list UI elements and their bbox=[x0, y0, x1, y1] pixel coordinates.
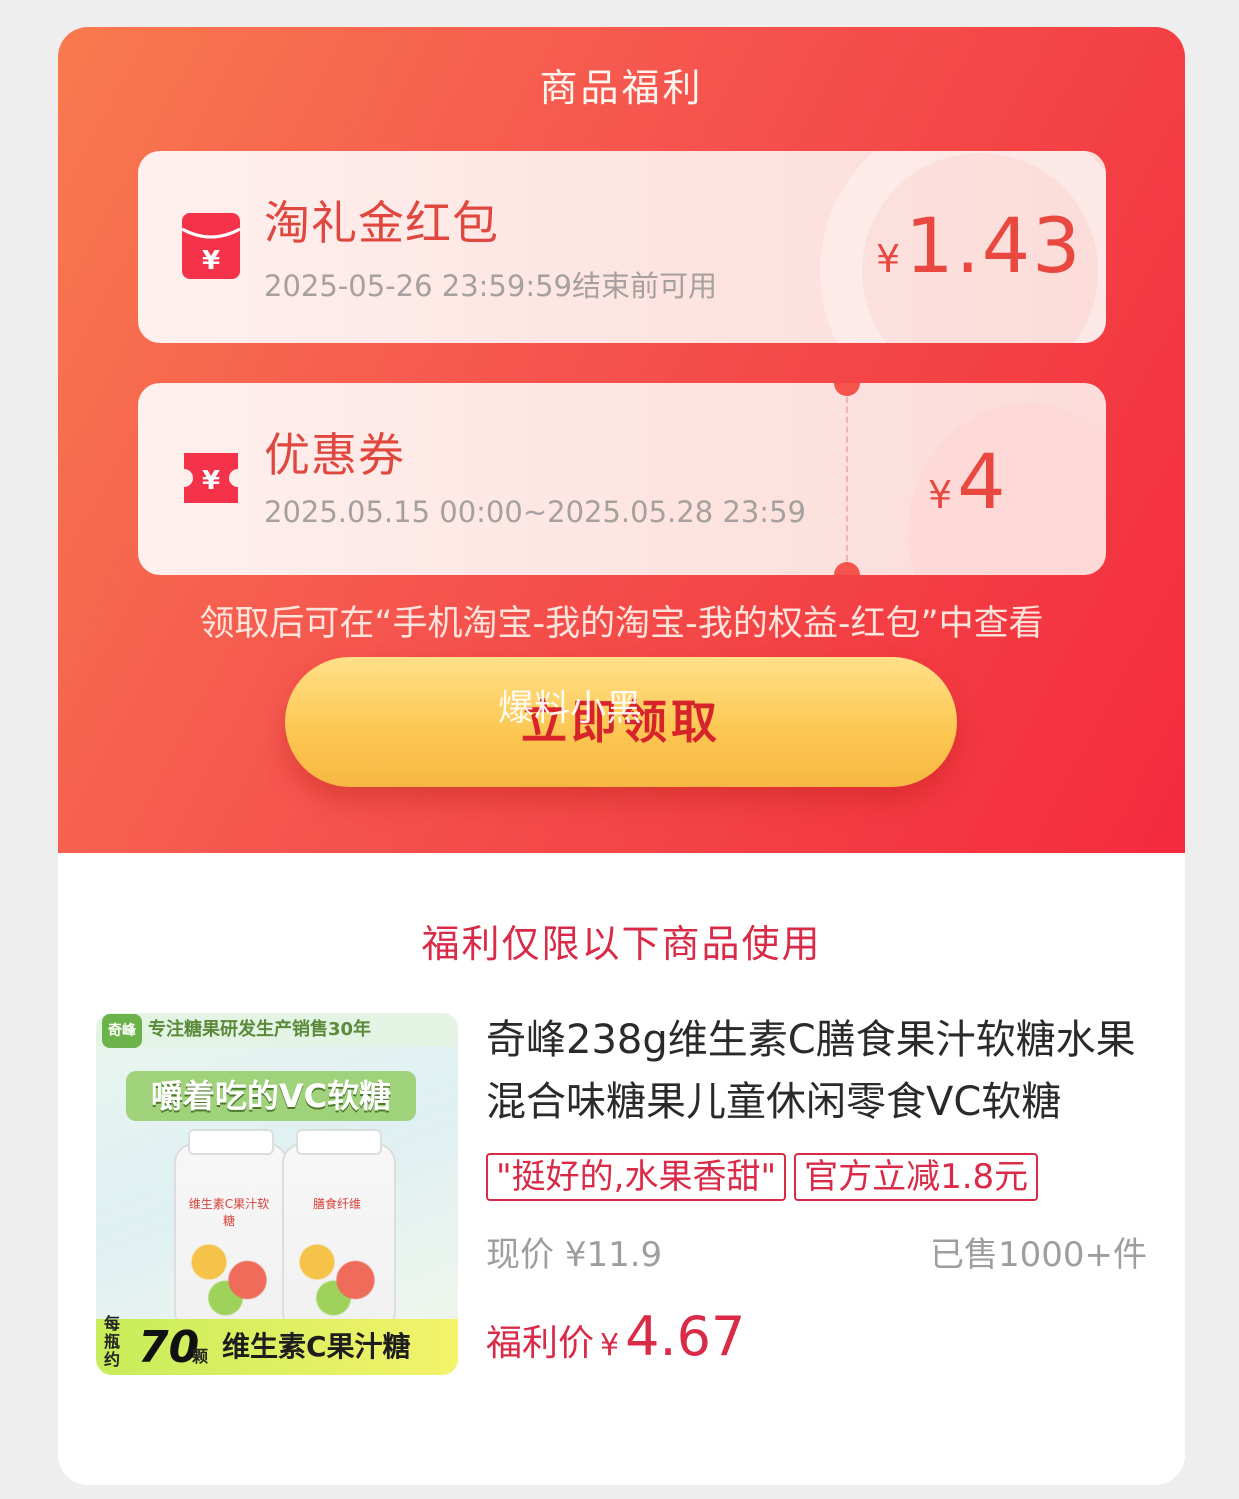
piece-count: 70 bbox=[138, 1322, 200, 1373]
ticket-notch-bottom bbox=[834, 562, 860, 575]
candy-jar: 维生素C果汁软糖 bbox=[174, 1129, 288, 1327]
amount-value: 1.43 bbox=[905, 201, 1083, 290]
red-envelope-benefit[interactable]: ¥ 淘礼金红包 2025-05-26 23:59:59结束前可用 ¥ 1.43 bbox=[138, 151, 1106, 343]
final-price-value: 4.67 bbox=[625, 1305, 746, 1368]
thumbnail-banner: 奇峰 专注糖果研发生产销售30年 bbox=[96, 1013, 458, 1048]
svg-text:¥: ¥ bbox=[202, 246, 220, 276]
discount-tag: 官方立减1.8元 bbox=[794, 1153, 1039, 1201]
current-price: 现价 ¥11.9 bbox=[486, 1227, 662, 1276]
benefit-validity: 2025-05-26 23:59:59结束前可用 bbox=[264, 269, 717, 303]
coupon-benefit[interactable]: ¥ 优惠券 2025.05.15 00:00~2025.05.28 23:59 … bbox=[138, 383, 1106, 575]
current-price-label: 现价 bbox=[486, 1235, 554, 1275]
review-tag: "挺好的,水果香甜" bbox=[486, 1153, 787, 1201]
jar-cap bbox=[296, 1129, 382, 1155]
current-price-currency: ¥ bbox=[564, 1235, 587, 1275]
current-price-value: 11.9 bbox=[586, 1235, 663, 1275]
per-bottle-label: 每瓶约 bbox=[104, 1314, 121, 1369]
final-price-currency: ¥ bbox=[600, 1328, 620, 1363]
thumbnail-tagline: 维生素C果汁糖 bbox=[222, 1330, 411, 1363]
piece-unit: 颗 bbox=[192, 1347, 209, 1366]
sold-count: 已售1000+件 bbox=[929, 1235, 1147, 1275]
product-tags: "挺好的,水果香甜" 官方立减1.8元 bbox=[486, 1153, 1046, 1201]
benefit-name: 淘礼金红包 bbox=[264, 196, 499, 250]
benefit-card: 商品福利 ¥ 淘礼金红包 2025-05-26 23:59:59结束前可用 ¥ … bbox=[58, 27, 1185, 1485]
benefit-validity: 2025.05.15 00:00~2025.05.28 23:59 bbox=[264, 495, 806, 529]
benefit-amount: ¥ 1.43 bbox=[876, 201, 1083, 290]
products-section-title: 福利仅限以下商品使用 bbox=[421, 922, 822, 966]
ticket-notch-top bbox=[834, 383, 860, 396]
jar-cap bbox=[188, 1129, 274, 1155]
coupon-ticket-icon: ¥ bbox=[184, 453, 238, 503]
page-title: 商品福利 bbox=[539, 66, 704, 110]
product-thumbnail[interactable]: 奇峰 专注糖果研发生产销售30年 嚼着吃的VC软糖 维生素C果汁软糖 膳食纤维 每… bbox=[96, 1013, 458, 1375]
red-envelope-icon: ¥ bbox=[181, 213, 241, 279]
benefit-header-panel: 商品福利 ¥ 淘礼金红包 2025-05-26 23:59:59结束前可用 ¥ … bbox=[58, 27, 1185, 853]
amount-value: 4 bbox=[957, 437, 1008, 526]
thumbnail-headline: 嚼着吃的VC软糖 bbox=[126, 1071, 416, 1121]
watermark: 爆料小黑 bbox=[498, 688, 643, 729]
claim-notice: 领取后可在“手机淘宝-我的淘宝-我的权益-红包”中查看 bbox=[199, 604, 1044, 644]
svg-text:¥: ¥ bbox=[202, 466, 220, 496]
benefit-amount: ¥ 4 bbox=[928, 437, 1008, 526]
final-price-label: 福利价 bbox=[486, 1323, 595, 1364]
ticket-divider bbox=[846, 397, 848, 561]
thumbnail-footer: 每瓶约 70 颗 维生素C果汁糖 bbox=[96, 1315, 458, 1375]
currency-symbol: ¥ bbox=[928, 473, 953, 517]
benefit-name: 优惠券 bbox=[264, 428, 405, 482]
jar-label: 膳食纤维 bbox=[312, 1197, 361, 1211]
final-price: 福利价 ¥4.67 bbox=[486, 1305, 745, 1368]
jar-label: 维生素C果汁软糖 bbox=[188, 1197, 270, 1228]
brand-logo: 奇峰 bbox=[102, 1014, 142, 1048]
banner-text: 专注糖果研发生产销售30年 bbox=[148, 1019, 372, 1040]
candy-jar: 膳食纤维 bbox=[282, 1129, 396, 1327]
currency-symbol: ¥ bbox=[876, 237, 901, 281]
product-title[interactable]: 奇峰238g维生素C膳食果汁软糖水果混合味糖果儿童休闲零食VC软糖 bbox=[486, 1009, 1156, 1133]
